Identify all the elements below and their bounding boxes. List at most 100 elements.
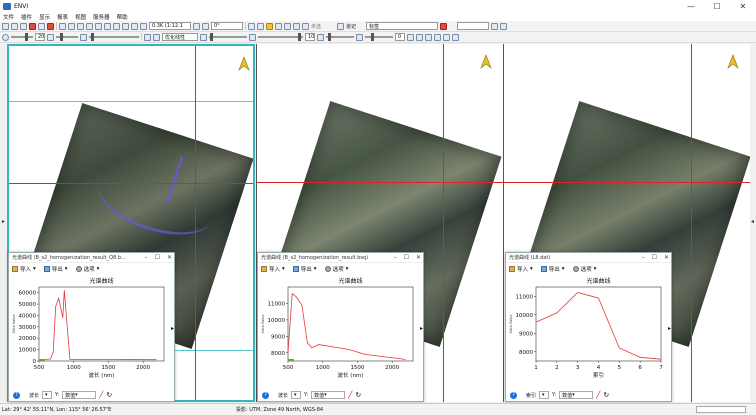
close-button[interactable]: ✕ xyxy=(664,254,669,261)
layer-manager-icon[interactable] xyxy=(20,22,27,30)
y-axis-select[interactable]: 数值 ▾ xyxy=(62,391,97,399)
sharpen-icon[interactable] xyxy=(80,33,87,41)
brush-icon[interactable]: ╱ xyxy=(596,391,600,399)
help-icon[interactable]: ? xyxy=(262,391,269,399)
import-button[interactable]: 导入 ▾ xyxy=(12,265,36,273)
histogram-icon[interactable] xyxy=(144,33,151,41)
left-panel-toggle-icon[interactable]: ▸ xyxy=(2,218,5,225)
blend-slider[interactable] xyxy=(365,33,393,41)
flicker-value[interactable]: 10 xyxy=(305,33,315,41)
brightness-icon[interactable] xyxy=(2,33,9,41)
menu-display[interactable]: 显示 xyxy=(39,13,50,21)
import-button[interactable]: 导入 ▾ xyxy=(509,265,533,273)
side-expand-icon[interactable]: ▸ xyxy=(171,325,174,332)
bookmark-icon[interactable] xyxy=(500,22,507,30)
menu-view[interactable]: 视图 xyxy=(75,13,86,21)
transparency-slider[interactable] xyxy=(209,33,247,41)
options-button[interactable]: 选项 ▾ xyxy=(75,265,99,273)
vector-icon[interactable] xyxy=(266,22,273,30)
cursor-value-icon[interactable] xyxy=(248,22,255,30)
options-button[interactable]: 选项 ▾ xyxy=(572,265,596,273)
open-file-icon[interactable] xyxy=(2,22,9,30)
brush-icon[interactable]: ╱ xyxy=(99,391,103,399)
roi-icon[interactable] xyxy=(275,22,282,30)
help-icon[interactable]: ? xyxy=(13,391,20,399)
export-button[interactable]: 导出 ▾ xyxy=(43,265,68,273)
reset-icon[interactable]: ↻ xyxy=(355,391,361,399)
chart-icon[interactable] xyxy=(416,33,423,41)
close-button[interactable]: ✕ xyxy=(167,254,172,261)
zoom-select[interactable]: 0.3K (1:12.1 xyxy=(149,22,191,30)
menu-server[interactable]: 服务器 xyxy=(93,13,110,21)
stretch-options-icon[interactable] xyxy=(200,33,207,41)
goto-icon[interactable] xyxy=(491,22,498,30)
contrast-slider[interactable] xyxy=(56,33,78,41)
fit-icon[interactable] xyxy=(122,22,129,30)
text-icon[interactable] xyxy=(337,22,344,30)
swipe-slider[interactable] xyxy=(326,33,354,41)
swipe-icon[interactable] xyxy=(317,33,324,41)
sharpen-slider[interactable] xyxy=(89,33,139,41)
band-select[interactable]: 标签 xyxy=(366,22,438,30)
grid-icon[interactable] xyxy=(425,33,432,41)
reset-icon[interactable]: ↻ xyxy=(603,391,609,399)
export-view-icon[interactable] xyxy=(443,33,450,41)
options-button[interactable]: 选项 ▾ xyxy=(324,265,348,273)
search-field[interactable] xyxy=(457,22,489,30)
y-axis-select[interactable]: 数值 ▾ xyxy=(311,391,346,399)
pan-icon[interactable] xyxy=(68,22,75,30)
spectral-profile-window[interactable]: 光谱曲线 (L8.dat) – ☐ ✕ 导入 ▾ 导出 ▾ 选项 ▾ 光谱曲线 1 2 3 4 5 6… xyxy=(505,252,672,402)
export-button[interactable]: 导出 ▾ xyxy=(540,265,565,273)
import-button[interactable]: 导入 ▾ xyxy=(261,265,285,273)
minimize-button[interactable]: – xyxy=(145,254,148,261)
spectral-icon[interactable] xyxy=(302,22,309,30)
help-icon[interactable]: ? xyxy=(510,391,517,399)
rotate-right-icon[interactable] xyxy=(202,22,209,30)
menu-file[interactable]: 文件 xyxy=(3,13,14,21)
chip-icon[interactable] xyxy=(440,22,447,30)
annotation-icon[interactable] xyxy=(257,22,264,30)
flicker-slider[interactable] xyxy=(258,33,303,41)
portal-icon[interactable] xyxy=(407,33,414,41)
minimize-button[interactable]: – xyxy=(642,254,645,261)
menu-help[interactable]: 帮助 xyxy=(117,13,128,21)
reset-stretch-icon[interactable] xyxy=(153,33,160,41)
maximize-button[interactable]: ☐ xyxy=(704,0,730,12)
stats-icon[interactable] xyxy=(434,33,441,41)
side-expand-icon[interactable]: ▸ xyxy=(420,325,423,332)
x-axis-select[interactable]: ▾ xyxy=(539,391,550,399)
stretch-select[interactable]: 优化线性 xyxy=(162,33,198,41)
close-button[interactable]: ✕ xyxy=(416,254,421,261)
minimize-button[interactable]: — xyxy=(678,0,704,12)
maximize-button[interactable]: ☐ xyxy=(155,254,160,261)
blend-icon[interactable] xyxy=(356,33,363,41)
zoom-full-icon[interactable] xyxy=(131,22,138,30)
rotate-left-icon[interactable] xyxy=(193,22,200,30)
spectral-profile-window[interactable]: 光谱曲线 (B_s2_homogenization_result.bsq) – ☐… xyxy=(257,252,424,402)
maximize-button[interactable]: ☐ xyxy=(652,254,657,261)
fly-icon[interactable] xyxy=(104,22,111,30)
brightness-value[interactable]: 20 xyxy=(35,33,45,41)
maximize-button[interactable]: ☐ xyxy=(404,254,409,261)
layout-icon[interactable] xyxy=(452,33,459,41)
blend-value[interactable]: 0 xyxy=(395,33,405,41)
x-axis-select[interactable]: ▾ xyxy=(42,391,53,399)
delete-icon[interactable] xyxy=(29,22,36,30)
profile-icon[interactable] xyxy=(293,22,300,30)
zoom-out-icon[interactable] xyxy=(86,22,93,30)
refresh-icon[interactable] xyxy=(140,22,147,30)
side-expand-icon[interactable]: ▸ xyxy=(668,325,671,332)
contrast-icon[interactable] xyxy=(47,33,54,41)
export-button[interactable]: 导出 ▾ xyxy=(292,265,317,273)
rotate-icon[interactable] xyxy=(95,22,102,30)
y-axis-select[interactable]: 数值 ▾ xyxy=(559,391,594,399)
spectral-profile-window[interactable]: 光谱曲线 (B_s2_homogenization_result_Q8.b...… xyxy=(8,252,175,402)
close-button[interactable]: ✕ xyxy=(730,0,756,12)
select-icon[interactable] xyxy=(59,22,66,30)
menu-plugins[interactable]: 插件 xyxy=(21,13,32,21)
save-icon[interactable] xyxy=(11,22,18,30)
right-panel-toggle-icon[interactable]: ◂ xyxy=(751,218,754,225)
crosshair-icon[interactable] xyxy=(113,22,120,30)
stop-icon[interactable] xyxy=(47,22,54,30)
brush-icon[interactable]: ╱ xyxy=(348,391,352,399)
